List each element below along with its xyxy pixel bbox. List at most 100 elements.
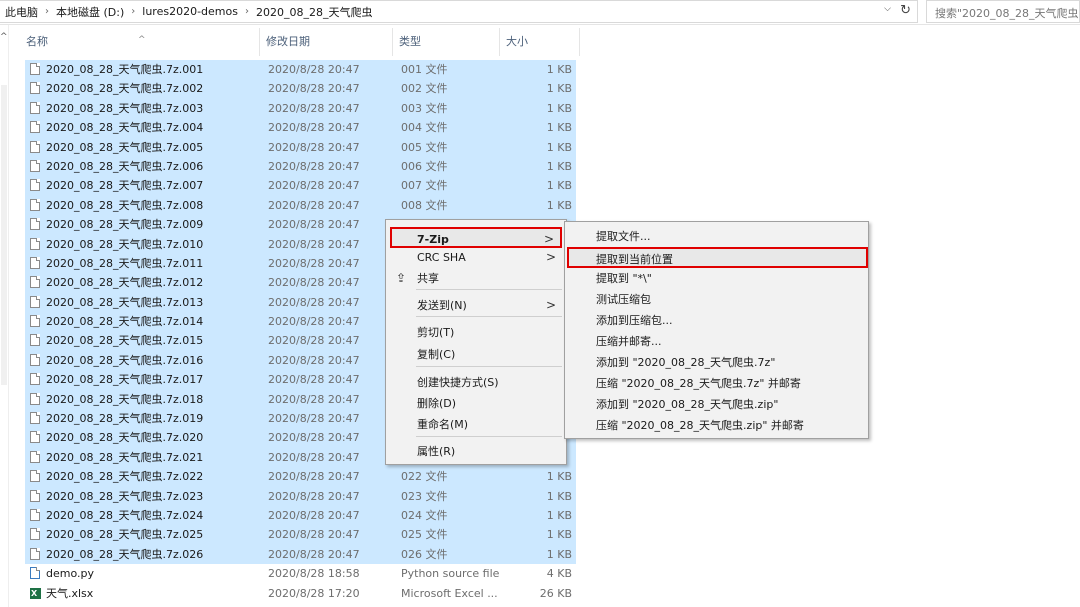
file-modified-date: 2020/8/28 20:47 bbox=[268, 508, 360, 522]
file-row[interactable]: 2020_08_28_天气爬虫.7z.003 2020/8/28 20:47 003… bbox=[25, 98, 576, 119]
file-modified-date: 2020/8/28 20:47 bbox=[268, 489, 360, 503]
breadcrumb-item[interactable]: 本地磁盘 (D:) bbox=[53, 4, 127, 20]
file-modified-date: 2020/8/28 20:47 bbox=[268, 315, 360, 329]
file-icon bbox=[30, 547, 40, 560]
file-row[interactable]: 2020_08_28_天气爬虫.7z.005 2020/8/28 20:47 005… bbox=[25, 137, 576, 157]
column-type-label: 类型 bbox=[399, 35, 421, 48]
file-type: Microsoft Excel ... bbox=[401, 586, 498, 600]
file-modified-date: 2020/8/28 20:47 bbox=[268, 295, 360, 309]
file-row[interactable]: demo.py 2020/8/28 18:58 Python source file… bbox=[25, 564, 576, 583]
column-type-header[interactable]: 类型 bbox=[393, 28, 500, 56]
menu-item-cut[interactable]: 剪切(T) bbox=[390, 322, 562, 343]
file-name: 2020_08_28_天气爬虫.7z.023 bbox=[46, 489, 204, 503]
file-modified-date: 2020/8/28 20:47 bbox=[268, 82, 360, 96]
file-type: 005 文件 bbox=[401, 140, 448, 154]
file-type: 002 文件 bbox=[401, 82, 448, 96]
file-name: 2020_08_28_天气爬虫.7z.012 bbox=[46, 276, 204, 290]
file-row[interactable]: 2020_08_28_天气爬虫.7z.023 2020/8/28 20:47 023… bbox=[25, 486, 576, 506]
menu-item-copy[interactable]: 复制(C) bbox=[390, 344, 562, 365]
file-row[interactable]: 2020_08_28_天气爬虫.7z.025 2020/8/28 20:47 025… bbox=[25, 525, 576, 545]
file-modified-date: 2020/8/28 20:47 bbox=[268, 373, 360, 387]
chevron-down-icon[interactable]: ⌵ bbox=[884, 4, 891, 14]
submenu-item-label: 压缩 "2020_08_28_天气爬虫.zip" 并邮寄 bbox=[596, 419, 804, 432]
file-row[interactable]: 2020_08_28_天气爬虫.7z.008 2020/8/28 20:47 008… bbox=[25, 195, 576, 216]
file-row[interactable]: 2020_08_28_天气爬虫.7z.007 2020/8/28 20:47 007… bbox=[25, 176, 576, 196]
submenu-extract-files[interactable]: 提取文件... bbox=[567, 226, 868, 247]
file-modified-date: 2020/8/28 20:47 bbox=[268, 334, 360, 348]
file-row[interactable]: 2020_08_28_天气爬虫.7z.026 2020/8/28 20:47 026… bbox=[25, 544, 576, 565]
menu-item-label: CRC SHA bbox=[417, 251, 466, 264]
menu-item-send-to[interactable]: 发送到(N) > bbox=[390, 295, 562, 316]
breadcrumb-item[interactable]: 2020_08_28_天气爬虫 bbox=[253, 4, 376, 20]
file-icon bbox=[30, 508, 40, 521]
column-size-header[interactable]: 大小 bbox=[500, 28, 580, 56]
file-icon bbox=[30, 315, 40, 328]
breadcrumb-item[interactable]: lures2020-demos bbox=[139, 5, 241, 18]
seven-zip-submenu: 提取文件... 提取到当前位置提取到 "*\" 测试压缩包 添加到压缩包... 压缩并邮… bbox=[564, 221, 869, 439]
file-name: 2020_08_28_天气爬虫.7z.011 bbox=[46, 256, 204, 270]
file-icon bbox=[30, 431, 40, 444]
submenu-add-to-zip[interactable]: 添加到 "2020_08_28_天气爬虫.zip" bbox=[567, 394, 868, 415]
file-icon bbox=[30, 295, 40, 308]
column-name-header[interactable]: 名称 ^ bbox=[20, 28, 260, 56]
menu-item-crc-sha[interactable]: CRC SHA > bbox=[390, 247, 562, 268]
file-row[interactable]: 天气.xlsx 2020/8/28 17:20 Microsoft Excel ..… bbox=[25, 584, 576, 603]
menu-separator bbox=[416, 316, 562, 317]
file-row[interactable]: 2020_08_28_天气爬虫.7z.006 2020/8/28 20:47 006… bbox=[25, 156, 576, 177]
menu-item-share[interactable]: ⇪ 共享 bbox=[390, 268, 562, 289]
search-input[interactable]: 搜索"2020_08_28_天气爬虫" bbox=[926, 0, 1080, 23]
menu-item-label: 重命名(M) bbox=[417, 418, 469, 431]
menu-item-properties[interactable]: 属性(R) bbox=[390, 441, 562, 462]
submenu-add-to-7z[interactable]: 添加到 "2020_08_28_天气爬虫.7z" bbox=[567, 352, 868, 373]
file-row[interactable]: 2020_08_28_天气爬虫.7z.002 2020/8/28 20:47 002… bbox=[25, 79, 576, 99]
breadcrumb-item[interactable]: 此电脑 bbox=[2, 4, 41, 20]
submenu-item-label: 添加到 "2020_08_28_天气爬虫.7z" bbox=[596, 356, 776, 369]
chevron-right-icon[interactable]: › bbox=[127, 6, 139, 17]
submenu-extract-here[interactable]: 提取到当前位置 bbox=[567, 247, 868, 268]
file-modified-date: 2020/8/28 20:47 bbox=[268, 450, 360, 464]
file-name: 2020_08_28_天气爬虫.7z.019 bbox=[46, 412, 204, 426]
file-type: Python source file bbox=[401, 567, 500, 581]
submenu-compress-and-email[interactable]: 压缩并邮寄... bbox=[567, 331, 868, 352]
submenu-extract-to-folder[interactable]: 提取到 "*\" bbox=[567, 268, 868, 289]
menu-item-label: 剪切(T) bbox=[417, 326, 455, 339]
menu-item-delete[interactable]: 删除(D) bbox=[390, 393, 562, 414]
file-type: 006 文件 bbox=[401, 159, 448, 173]
scrollbar-thumb[interactable] bbox=[1, 85, 7, 385]
file-name: 2020_08_28_天气爬虫.7z.021 bbox=[46, 450, 204, 464]
column-size-label: 大小 bbox=[506, 35, 528, 48]
menu-separator bbox=[416, 289, 562, 290]
column-date-header[interactable]: 修改日期 bbox=[260, 28, 393, 56]
menu-item-create-shortcut[interactable]: 创建快捷方式(S) bbox=[390, 372, 562, 393]
submenu-compress-zip-and-email[interactable]: 压缩 "2020_08_28_天气爬虫.zip" 并邮寄 bbox=[567, 415, 868, 436]
file-size: 1 KB bbox=[546, 82, 572, 96]
file-row[interactable]: 2020_08_28_天气爬虫.7z.024 2020/8/28 20:47 024… bbox=[25, 505, 576, 526]
submenu-add-to-archive[interactable]: 添加到压缩包... bbox=[567, 310, 868, 331]
file-name: 2020_08_28_天气爬虫.7z.024 bbox=[46, 508, 204, 522]
file-row[interactable]: 2020_08_28_天气爬虫.7z.022 2020/8/28 20:47 022… bbox=[25, 467, 576, 487]
file-modified-date: 2020/8/28 20:47 bbox=[268, 159, 360, 173]
file-name: 2020_08_28_天气爬虫.7z.014 bbox=[46, 315, 204, 329]
submenu-item-label: 提取到 "*\" bbox=[596, 272, 652, 285]
file-modified-date: 2020/8/28 20:47 bbox=[268, 547, 360, 561]
menu-item-rename[interactable]: 重命名(M) bbox=[390, 414, 562, 435]
file-row[interactable]: 2020_08_28_天气爬虫.7z.001 2020/8/28 20:47 001… bbox=[25, 60, 576, 80]
submenu-compress-7z-and-email[interactable]: 压缩 "2020_08_28_天气爬虫.7z" 并邮寄 bbox=[567, 373, 868, 394]
menu-item-7zip[interactable]: 7-Zip > bbox=[390, 227, 562, 248]
navigation-pane[interactable]: ^ bbox=[0, 25, 9, 607]
file-size: 1 KB bbox=[546, 140, 572, 154]
submenu-test-archive[interactable]: 测试压缩包 bbox=[567, 289, 868, 310]
chevron-right-icon[interactable]: › bbox=[241, 6, 253, 17]
file-name: 2020_08_28_天气爬虫.7z.004 bbox=[46, 121, 204, 135]
menu-item-label: 复制(C) bbox=[417, 348, 456, 361]
scroll-up-icon[interactable]: ^ bbox=[0, 32, 8, 42]
address-bar[interactable]: 此电脑 › 本地磁盘 (D:) › lures2020-demos › 2020… bbox=[0, 0, 918, 23]
refresh-icon[interactable]: ↻ bbox=[900, 3, 911, 18]
file-name: 2020_08_28_天气爬虫.7z.009 bbox=[46, 218, 204, 232]
file-row[interactable]: 2020_08_28_天气爬虫.7z.004 2020/8/28 20:47 004… bbox=[25, 118, 576, 138]
file-icon bbox=[30, 450, 40, 463]
file-type: 003 文件 bbox=[401, 101, 448, 115]
chevron-right-icon[interactable]: › bbox=[41, 6, 53, 17]
sort-ascending-icon: ^ bbox=[138, 35, 146, 45]
file-name: 2020_08_28_天气爬虫.7z.008 bbox=[46, 198, 204, 212]
